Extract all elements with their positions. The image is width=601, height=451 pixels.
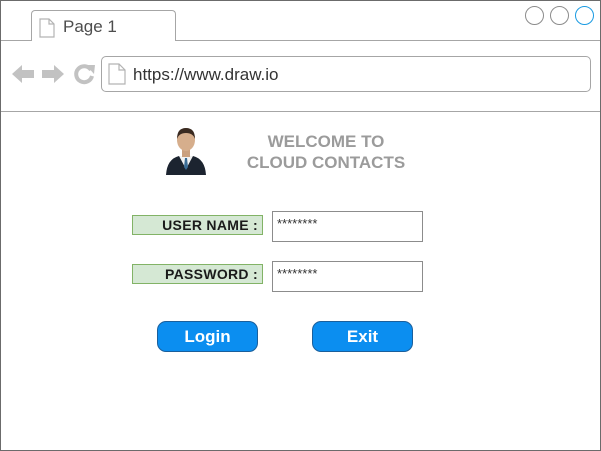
tab-label: Page 1 bbox=[63, 17, 117, 36]
close-button[interactable] bbox=[575, 6, 594, 25]
page-icon bbox=[108, 63, 126, 85]
user-avatar-icon bbox=[166, 128, 206, 175]
login-button[interactable]: Login bbox=[157, 321, 258, 352]
password-label: PASSWORD : bbox=[132, 264, 263, 284]
maximize-button[interactable] bbox=[550, 6, 569, 25]
toolbar-divider bbox=[1, 111, 600, 112]
forward-arrow-icon[interactable] bbox=[41, 62, 65, 86]
browser-window: Page 1 https://www.draw.io WELCOME TO CL… bbox=[0, 0, 601, 451]
page-icon bbox=[39, 18, 55, 38]
username-label: USER NAME : bbox=[132, 215, 263, 235]
welcome-line-1: WELCOME TO bbox=[267, 132, 385, 151]
exit-button[interactable]: Exit bbox=[312, 321, 413, 352]
welcome-heading: WELCOME TO CLOUD CONTACTS bbox=[233, 131, 419, 173]
back-arrow-icon[interactable] bbox=[11, 62, 35, 86]
reload-icon[interactable] bbox=[72, 62, 96, 86]
address-bar[interactable]: https://www.draw.io bbox=[101, 56, 591, 92]
password-input[interactable]: ******** bbox=[272, 261, 423, 292]
url-text: https://www.draw.io bbox=[133, 65, 279, 84]
minimize-button[interactable] bbox=[525, 6, 544, 25]
browser-tab[interactable]: Page 1 bbox=[31, 10, 176, 41]
username-input[interactable]: ******** bbox=[272, 211, 423, 242]
welcome-line-2: CLOUD CONTACTS bbox=[246, 153, 406, 172]
